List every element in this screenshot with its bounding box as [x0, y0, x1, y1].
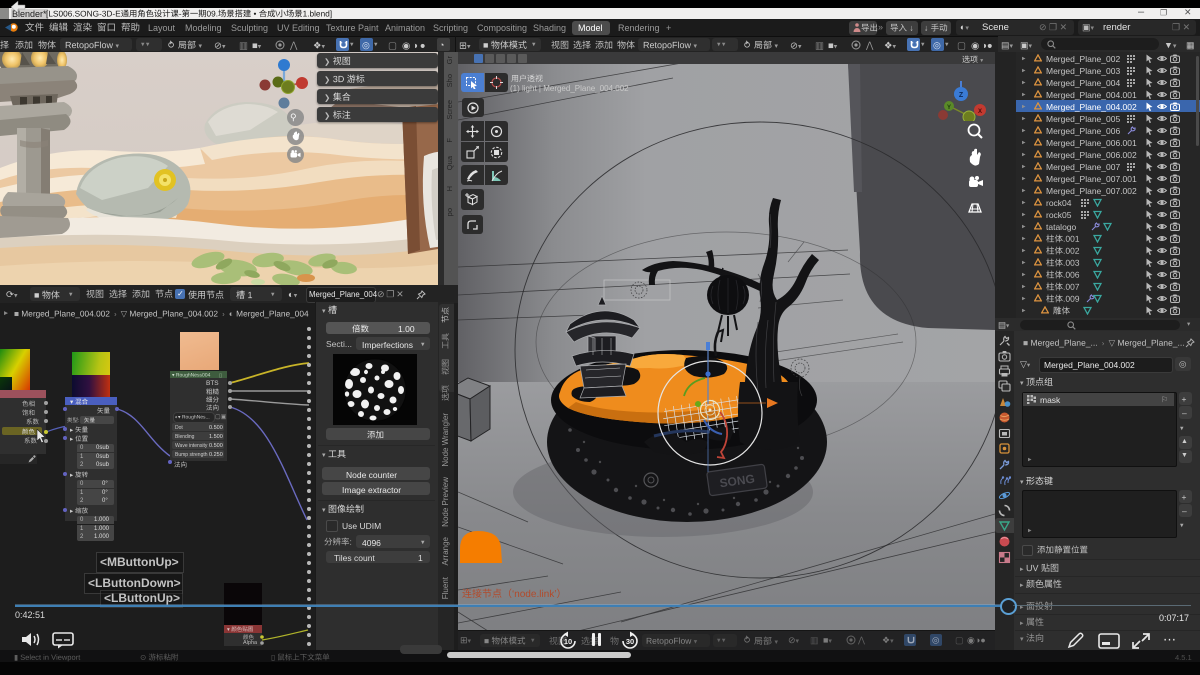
svg-text:30: 30: [626, 637, 634, 646]
svg-text:Y: Y: [947, 105, 951, 111]
svg-text:10: 10: [564, 637, 572, 646]
svg-text:Z: Z: [959, 92, 964, 99]
svg-text:X: X: [978, 109, 982, 115]
